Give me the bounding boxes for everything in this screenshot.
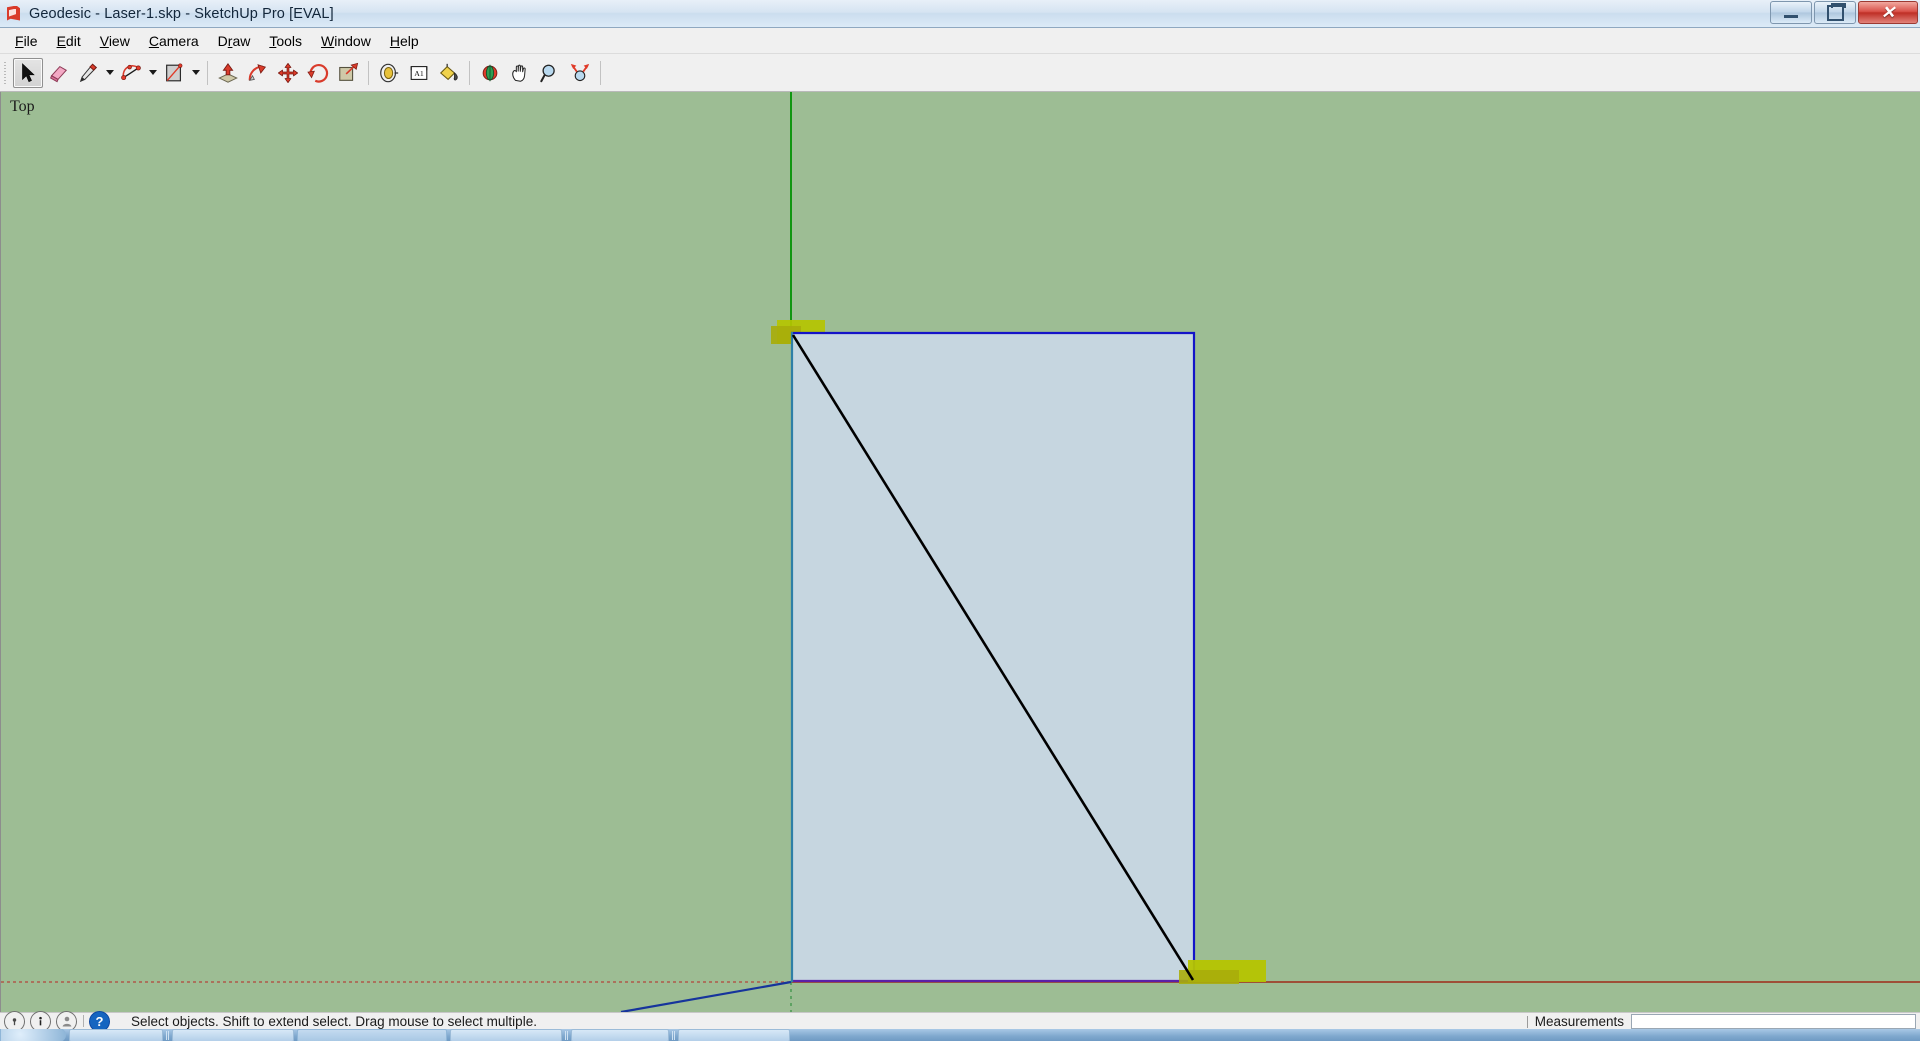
hand-pan-icon bbox=[512, 64, 526, 82]
menu-view[interactable]: View bbox=[91, 30, 139, 52]
arc-tool-button[interactable] bbox=[116, 58, 146, 88]
zoom-extents-tool-button[interactable] bbox=[565, 58, 595, 88]
status-message: Select objects. Shift to extend select. … bbox=[131, 1013, 537, 1029]
move-tool-button[interactable] bbox=[273, 58, 303, 88]
line-tool-dropdown[interactable] bbox=[103, 59, 116, 87]
maximize-button[interactable] bbox=[1814, 1, 1856, 24]
menu-file-label: File bbox=[15, 32, 38, 49]
follow-me-icon bbox=[248, 63, 267, 81]
sketchup-logo-icon bbox=[5, 5, 23, 23]
help-glyph: ? bbox=[95, 1013, 104, 1029]
measurements-label: Measurements bbox=[1534, 1014, 1624, 1029]
close-icon: ✕ bbox=[1880, 3, 1896, 22]
followme-tool-button[interactable] bbox=[243, 58, 273, 88]
tape-measure-tool-button[interactable] bbox=[374, 58, 404, 88]
arc-icon bbox=[121, 64, 141, 80]
window-title: Geodesic - Laser-1.skp - SketchUp Pro [E… bbox=[29, 5, 334, 22]
push-pull-icon bbox=[218, 62, 238, 83]
menu-edit[interactable]: Edit bbox=[48, 30, 90, 52]
arrow-cursor-icon bbox=[22, 62, 35, 82]
menu-view-label: View bbox=[99, 32, 130, 49]
toolbar-separator bbox=[469, 60, 470, 85]
rotate-tool-button[interactable] bbox=[303, 58, 333, 88]
zoom-extents-icon bbox=[570, 63, 590, 81]
eraser-icon bbox=[50, 65, 68, 82]
orbit-tool-button[interactable] bbox=[475, 58, 505, 88]
taskbar-browser-item[interactable] bbox=[69, 1029, 163, 1041]
taskbar-separator bbox=[166, 1030, 169, 1040]
taskbar-explorer-item[interactable] bbox=[172, 1029, 294, 1041]
pencil-line-icon bbox=[79, 63, 97, 82]
menu-window-label: Window bbox=[321, 32, 371, 49]
menu-bar: File Edit View Camera Draw Tools Window … bbox=[0, 28, 1920, 54]
zoom-tool-button[interactable] bbox=[535, 58, 565, 88]
main-toolbar: A1 bbox=[0, 54, 1920, 92]
paint-bucket-tool-button[interactable] bbox=[434, 58, 464, 88]
taskbar-folder-item[interactable] bbox=[297, 1029, 447, 1041]
window-controls: ✕ bbox=[1770, 1, 1918, 24]
drawing-viewport[interactable]: Top bbox=[0, 92, 1920, 1012]
dimension-a1-icon: A1 bbox=[410, 65, 428, 80]
menu-window[interactable]: Window bbox=[312, 30, 380, 52]
taskbar-separator bbox=[672, 1030, 675, 1040]
menu-help[interactable]: Help bbox=[381, 30, 428, 52]
svg-text:A1: A1 bbox=[414, 69, 424, 78]
toolbar-separator bbox=[207, 60, 208, 85]
rectangle-tool-dropdown[interactable] bbox=[189, 59, 202, 87]
taskbar-red-item[interactable] bbox=[678, 1029, 790, 1041]
scale-icon bbox=[339, 62, 359, 81]
blue-axis bbox=[620, 980, 792, 1012]
pushpull-tool-button[interactable] bbox=[213, 58, 243, 88]
toolbar-separator bbox=[600, 60, 601, 85]
measurements-area: Measurements bbox=[1526, 1013, 1920, 1030]
menu-camera[interactable]: Camera bbox=[140, 30, 208, 52]
taskbar-separator bbox=[565, 1030, 568, 1040]
dimension-tool-button[interactable]: A1 bbox=[404, 58, 434, 88]
menu-edit-label: Edit bbox=[56, 32, 81, 49]
menu-draw[interactable]: Draw bbox=[209, 30, 260, 52]
os-taskbar bbox=[0, 1029, 1920, 1041]
menu-draw-label: Draw bbox=[217, 32, 251, 49]
tape-measure-icon bbox=[380, 63, 399, 82]
paint-bucket-icon bbox=[439, 63, 458, 80]
menu-tools-label: Tools bbox=[269, 32, 303, 49]
sketchup-application-window: Geodesic - Laser-1.skp - SketchUp Pro [E… bbox=[0, 0, 1920, 1041]
taskbar-window-item[interactable] bbox=[450, 1029, 562, 1041]
menu-file[interactable]: File bbox=[6, 30, 47, 52]
toolbar-drag-grip[interactable] bbox=[2, 59, 10, 86]
move-arrows-icon bbox=[277, 62, 299, 83]
title-bar: Geodesic - Laser-1.skp - SketchUp Pro [E… bbox=[0, 0, 1920, 28]
close-button[interactable]: ✕ bbox=[1858, 1, 1918, 24]
menu-camera-label: Camera bbox=[148, 32, 199, 49]
measurements-divider bbox=[1526, 1015, 1528, 1028]
scale-tool-button[interactable] bbox=[333, 58, 363, 88]
menu-tools[interactable]: Tools bbox=[260, 30, 311, 52]
taskbar-start-button[interactable] bbox=[0, 1029, 66, 1041]
model-canvas[interactable] bbox=[1, 92, 1920, 1012]
minimize-button[interactable] bbox=[1770, 1, 1812, 24]
line-tool-button[interactable] bbox=[73, 58, 103, 88]
measurements-input[interactable] bbox=[1631, 1014, 1916, 1029]
magnifier-zoom-icon bbox=[540, 64, 555, 82]
select-tool-button[interactable] bbox=[13, 57, 43, 88]
chevron-down-icon bbox=[191, 70, 200, 75]
chevron-down-icon bbox=[105, 70, 114, 75]
menu-help-label: Help bbox=[389, 32, 419, 49]
chevron-down-icon bbox=[148, 70, 157, 75]
taskbar-blue-item[interactable] bbox=[571, 1029, 669, 1041]
arc-tool-dropdown[interactable] bbox=[146, 59, 159, 87]
rectangle-icon bbox=[166, 63, 183, 81]
status-divider bbox=[83, 1015, 84, 1027]
toolbar-separator bbox=[368, 60, 369, 85]
rectangle-tool-button[interactable] bbox=[159, 58, 189, 88]
orbit-icon bbox=[482, 64, 498, 81]
rotate-icon bbox=[307, 63, 329, 83]
status-bar: ? Select objects. Shift to extend select… bbox=[0, 1010, 1920, 1032]
eraser-tool-button[interactable] bbox=[43, 58, 73, 88]
pan-tool-button[interactable] bbox=[505, 58, 535, 88]
